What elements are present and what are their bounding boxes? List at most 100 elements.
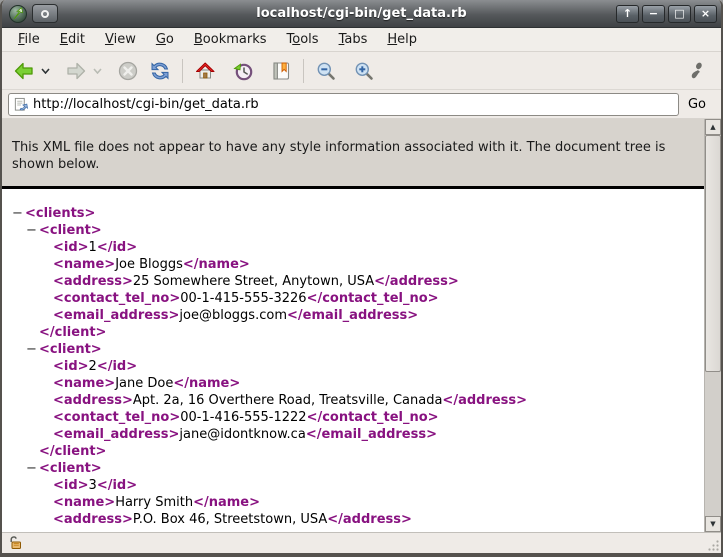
- reload-icon: [149, 60, 171, 82]
- stop-button: [114, 57, 142, 85]
- xml-line: <email_address>joe@bloggs.com</email_add…: [2, 307, 704, 324]
- xml-tag: <address>: [53, 393, 133, 408]
- history-icon: [232, 60, 254, 82]
- xml-line: <name>Joe Bloggs</name>: [2, 256, 704, 273]
- scroll-up-button[interactable]: ▲: [705, 119, 721, 135]
- xml-tag: <client>: [39, 461, 102, 476]
- menu-help[interactable]: Help: [379, 29, 425, 50]
- zoom-out-icon: [316, 61, 336, 81]
- xml-tag: </name>: [173, 376, 240, 391]
- go-button[interactable]: Go: [679, 95, 715, 114]
- menu-go[interactable]: Go: [148, 29, 182, 50]
- menu-tools[interactable]: Tools: [279, 29, 327, 50]
- security-padlock-icon: [8, 535, 24, 551]
- xml-line: <address>P.O. Box 46, Streetstown, USA</…: [2, 511, 704, 528]
- xml-tag: <client>: [39, 223, 102, 238]
- collapse-toggle[interactable]: −: [26, 341, 39, 358]
- xml-line: <address>25 Somewhere Street, Anytown, U…: [2, 273, 704, 290]
- content-area: This XML file does not appear to have an…: [2, 119, 721, 532]
- window-maximize-button[interactable]: □: [668, 5, 691, 23]
- xml-tag: <address>: [53, 512, 133, 527]
- epiphany-app-icon: [8, 4, 28, 24]
- xml-tag: </id>: [97, 240, 137, 255]
- xml-text: P.O. Box 46, Streetstown, USA: [133, 512, 327, 527]
- reload-button[interactable]: [146, 57, 174, 85]
- xml-tag: </client>: [39, 325, 106, 340]
- collapse-toggle[interactable]: −: [26, 460, 39, 477]
- xml-line: −<client>: [2, 460, 704, 477]
- zoom-in-button[interactable]: [350, 57, 378, 85]
- bookmarks-icon: [270, 60, 292, 82]
- vertical-scrollbar[interactable]: ▲ ▼: [704, 119, 721, 532]
- forward-button: [62, 57, 90, 85]
- xml-tag: <id>: [53, 240, 89, 255]
- window-shade-button[interactable]: ↑: [616, 5, 639, 23]
- back-icon: [13, 60, 35, 82]
- chevron-down-icon: [41, 68, 50, 74]
- xml-tag: <name>: [53, 257, 115, 272]
- xml-line: −<clients>: [2, 205, 704, 222]
- browser-window: localhost/cgi-bin/get_data.rb ↑ − □ × Fi…: [0, 0, 723, 557]
- back-button[interactable]: [10, 57, 38, 85]
- collapse-toggle[interactable]: −: [26, 222, 39, 239]
- back-dropdown-button[interactable]: [38, 57, 52, 85]
- xml-text: 00-1-415-555-3226: [180, 291, 306, 306]
- xml-tag: </name>: [193, 495, 260, 510]
- zoom-out-button[interactable]: [312, 57, 340, 85]
- statusbar: [2, 532, 721, 553]
- xml-line: <name>Harry Smith</name>: [2, 494, 704, 511]
- home-button[interactable]: [191, 57, 219, 85]
- xml-tag: </name>: [183, 257, 250, 272]
- xml-tag: </contact_tel_no>: [307, 410, 439, 425]
- xml-text: 25 Somewhere Street, Anytown, USA: [133, 274, 374, 289]
- window-controls: ↑ − □ ×: [616, 5, 717, 23]
- xml-line: −<client>: [2, 341, 704, 358]
- xml-line: <contact_tel_no>00-1-415-555-3226</conta…: [2, 290, 704, 307]
- titlebar: localhost/cgi-bin/get_data.rb ↑ − □ ×: [2, 0, 721, 28]
- addressbar: Go: [2, 90, 721, 119]
- page-icon: [13, 97, 28, 112]
- scrollbar-thumb[interactable]: [705, 135, 721, 372]
- menu-file[interactable]: File: [10, 29, 48, 50]
- history-button[interactable]: [229, 57, 257, 85]
- window-title: localhost/cgi-bin/get_data.rb: [2, 6, 721, 21]
- xml-text: Jane Doe: [115, 376, 173, 391]
- toolbar-separator: [303, 59, 304, 83]
- url-field-container[interactable]: [8, 93, 679, 116]
- xml-text: jane@idontknow.ca: [179, 427, 305, 442]
- xml-line: </client>: [2, 324, 704, 341]
- menu-edit[interactable]: Edit: [52, 29, 93, 50]
- menubar: FileEditViewGoBookmarksToolsTabsHelp: [2, 28, 721, 52]
- menu-tabs[interactable]: Tabs: [331, 29, 376, 50]
- xml-line: <name>Jane Doe</name>: [2, 375, 704, 392]
- xml-text: Apt. 2a, 16 Overthere Road, Treatsville,…: [133, 393, 443, 408]
- url-input[interactable]: [33, 97, 674, 112]
- xml-text: Joe Bloggs: [115, 257, 183, 272]
- zoom-in-icon: [354, 61, 374, 81]
- menu-bookmarks[interactable]: Bookmarks: [186, 29, 275, 50]
- xml-style-notice: This XML file does not appear to have an…: [2, 119, 704, 189]
- xml-tag: <name>: [53, 495, 115, 510]
- window-minimize-button[interactable]: −: [642, 5, 665, 23]
- xml-text: 00-1-416-555-1222: [180, 410, 306, 425]
- menu-view[interactable]: View: [97, 29, 144, 50]
- xml-tag: <contact_tel_no>: [53, 410, 180, 425]
- xml-tag: </address>: [374, 274, 459, 289]
- xml-tag: </contact_tel_no>: [307, 291, 439, 306]
- xml-line: <contact_tel_no>00-1-416-555-1222</conta…: [2, 409, 704, 426]
- xml-tag: <id>: [53, 359, 89, 374]
- window-close-button[interactable]: ×: [694, 5, 717, 23]
- titlebar-circle-button[interactable]: [32, 4, 58, 23]
- xml-tag: <id>: [53, 478, 89, 493]
- resize-grip-icon[interactable]: [707, 539, 720, 552]
- xml-line: <id>3</id>: [2, 477, 704, 494]
- xml-line: <id>1</id>: [2, 239, 704, 256]
- xml-line: <email_address>jane@idontknow.ca</email_…: [2, 426, 704, 443]
- xml-text: 3: [89, 478, 97, 493]
- bookmarks-button[interactable]: [267, 57, 295, 85]
- xml-tag: <email_address>: [53, 308, 179, 323]
- xml-tag: </address>: [442, 393, 527, 408]
- collapse-toggle[interactable]: −: [12, 205, 25, 222]
- scroll-down-icon: ▼: [710, 520, 715, 528]
- scroll-down-button[interactable]: ▼: [705, 516, 721, 532]
